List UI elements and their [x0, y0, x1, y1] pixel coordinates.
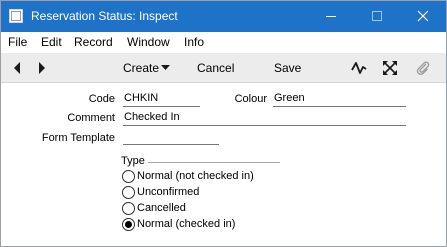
radio-label: Normal (checked in)	[137, 218, 236, 230]
type-group-label: Type	[121, 155, 145, 167]
radio-normal-not-checked-in[interactable]: Normal (not checked in)	[122, 170, 292, 184]
comment-field[interactable]: Checked In	[123, 111, 406, 126]
menu-record[interactable]: Record	[74, 35, 113, 49]
radio-label: Cancelled	[137, 202, 186, 214]
minimize-icon	[326, 16, 336, 17]
radio-unconfirmed[interactable]: Unconfirmed	[122, 186, 292, 200]
type-group-divider	[148, 162, 280, 163]
menu-file[interactable]: File	[8, 35, 27, 49]
radio-cancelled[interactable]: Cancelled	[122, 202, 292, 216]
code-field[interactable]: CHKIN	[123, 92, 200, 107]
toolbar: Create Cancel Save	[1, 53, 446, 83]
radio-button[interactable]	[122, 218, 135, 231]
app-icon	[9, 9, 23, 23]
window-title: Reservation Status: Inspect	[31, 9, 178, 23]
maximize-icon	[372, 11, 382, 21]
code-label: Code	[88, 93, 115, 105]
form-template-label: Form Template	[41, 132, 115, 144]
activity-icon[interactable]	[351, 60, 367, 76]
menu-bar: File Edit Record Window Info	[1, 32, 446, 52]
form-template-field[interactable]	[123, 130, 219, 145]
window: Reservation Status: Inspect File Edit Re…	[0, 0, 447, 247]
comment-label: Comment	[67, 112, 115, 124]
radio-button[interactable]	[122, 186, 135, 199]
paperclip-icon[interactable]	[415, 60, 431, 76]
minimize-button[interactable]	[308, 1, 354, 32]
menu-window[interactable]: Window	[127, 35, 170, 49]
back-arrow-icon[interactable]	[11, 60, 23, 76]
close-button[interactable]	[400, 1, 446, 32]
create-button[interactable]: Create	[123, 61, 159, 75]
forward-arrow-icon[interactable]	[36, 60, 48, 76]
radio-normal-checked-in[interactable]: Normal (checked in)	[122, 218, 292, 232]
save-button[interactable]: Save	[274, 61, 301, 75]
menu-info[interactable]: Info	[184, 35, 204, 49]
title-bar: Reservation Status: Inspect	[1, 1, 446, 32]
colour-field[interactable]: Green	[273, 92, 406, 107]
radio-label: Normal (not checked in)	[137, 170, 254, 182]
radio-button[interactable]	[122, 170, 135, 183]
form-area: Code CHKIN Colour Green Comment Checked …	[1, 84, 446, 246]
radio-button[interactable]	[122, 202, 135, 215]
radio-label: Unconfirmed	[137, 186, 200, 198]
close-icon	[417, 10, 429, 22]
chevron-down-icon[interactable]	[161, 65, 170, 71]
maximize-button[interactable]	[354, 1, 400, 32]
expand-icon[interactable]	[382, 60, 398, 76]
colour-label: Colour	[234, 93, 267, 105]
menu-edit[interactable]: Edit	[41, 35, 62, 49]
cancel-button[interactable]: Cancel	[197, 61, 234, 75]
